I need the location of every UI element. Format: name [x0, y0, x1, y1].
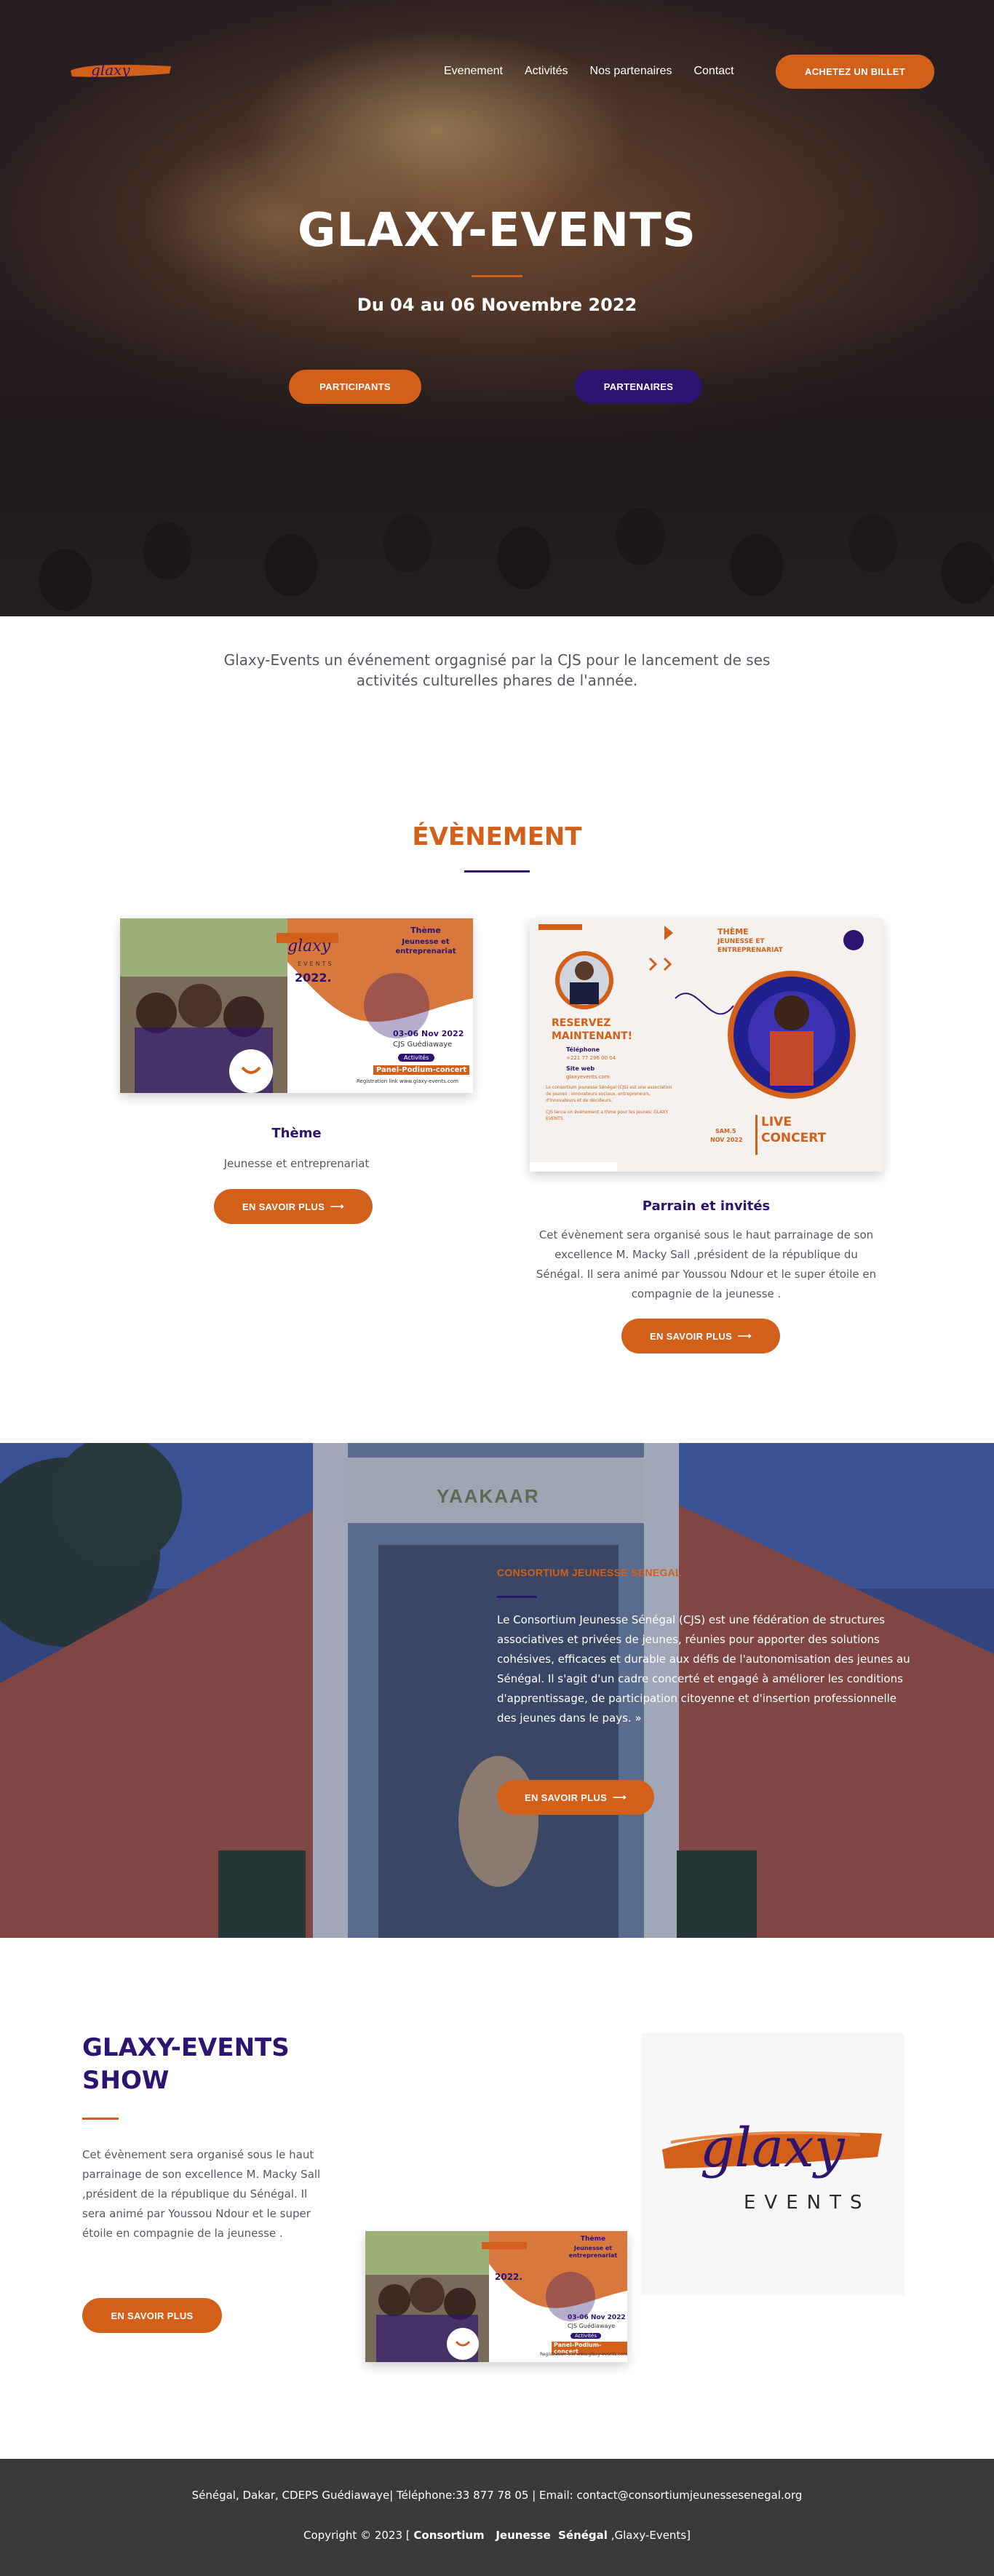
footer-contact: Sénégal, Dakar, CDEPS Guédiawaye| Téléph…	[191, 2489, 803, 2502]
guests-more-label: EN SAVOIR PLUS	[650, 1330, 733, 1342]
participants-button[interactable]: PARTICIPANTS	[289, 370, 421, 404]
flyer3-year: 2022.	[495, 2272, 522, 2282]
top-navigation: glaxy Evenement Activités Nos partenaire…	[0, 55, 994, 91]
svg-text:glaxy: glaxy	[91, 61, 130, 79]
flyer1-dates: 03-06 Nov 2022	[393, 1029, 464, 1038]
hero-subtitle: Du 04 au 06 Novembre 2022	[357, 295, 637, 315]
flyer1-registration: Registration link www.glaxy-events.com	[357, 1078, 458, 1084]
hero-divider	[472, 275, 522, 277]
flyer1-year: 2022.	[295, 971, 332, 985]
card-theme-title: Thème	[271, 1126, 322, 1141]
arrow-right-icon: ⟶	[613, 1792, 627, 1802]
show-title: GLAXY-EVENTS SHOW	[82, 2033, 290, 2095]
flyer2-theme-text: JEUNESSE ET ENTREPRENARIAT	[717, 938, 783, 954]
flyer3-theme-text: Jeunesse et entreprenariat	[568, 2245, 618, 2259]
guests-flyer-image: THÈME JEUNESSE ET ENTREPRENARIAT RESERVE…	[530, 918, 883, 1172]
flyer1-theme-label: Thème	[410, 926, 441, 935]
theme-more-button[interactable]: EN SAVOIR PLUS ⟶	[214, 1189, 373, 1224]
flyer2-reserve: RESERVEZ MAINTENANT!	[552, 1017, 633, 1042]
site-footer	[0, 2459, 994, 2576]
nav-link-evenement[interactable]: Evenement	[444, 65, 503, 78]
footer-copyright: Copyright © 2023 [ Consortium Jeunesse S…	[0, 2529, 994, 2542]
show-text: Cet évènement sera organisé sous le haut…	[82, 2148, 321, 2240]
copyright-prefix: Copyright © 2023 [	[303, 2529, 414, 2542]
flyer2-theme-label: THÈME	[717, 927, 749, 937]
consortium-text: Le Consortium Jeunesse Sénégal (CJS) est…	[497, 1613, 910, 1725]
flyer2-web: glaxyevents.com	[566, 1074, 610, 1080]
theme-more-label: EN SAVOIR PLUS	[242, 1201, 325, 1212]
flyer1-brand: glaxy	[287, 937, 331, 955]
arrow-right-icon: ⟶	[738, 1330, 752, 1341]
show-more-label: EN SAVOIR PLUS	[111, 2310, 194, 2321]
flyer2-web-label: Site web	[566, 1065, 595, 1072]
flyer2-phone-label: Téléphone	[566, 1046, 600, 1053]
show-more-button[interactable]: EN SAVOIR PLUS	[82, 2298, 222, 2333]
flyer1-place: CJS Guédiawaye	[393, 1041, 453, 1049]
guests-more-button[interactable]: EN SAVOIR PLUS ⟶	[621, 1319, 780, 1353]
show-logo-box: glaxy EVENTS	[642, 2033, 904, 2295]
building-sign: YAAKAAR	[437, 1485, 540, 1507]
theme-flyer-image: glaxy EVENTS 2022. Thème Jeunesse et ent…	[120, 918, 473, 1093]
consortium-divider	[497, 1596, 537, 1598]
consortium-more-button[interactable]: EN SAVOIR PLUS ⟶	[497, 1780, 654, 1815]
flyer2-concert: CONCERT	[761, 1131, 827, 1145]
buy-ticket-button[interactable]: ACHETEZ UN BILLET	[776, 55, 934, 89]
flyer3-place: CJS Guédiawaye	[568, 2323, 616, 2329]
flyer3-theme-label: Thème	[580, 2235, 606, 2243]
intro-text: Glaxy-Events un événement orgagnisé par …	[223, 651, 771, 689]
nav-links: Evenement Activités Nos partenaires Cont…	[444, 65, 734, 78]
consortium-kicker: CONSORTIUM JEUNESSE SENEGAL	[497, 1567, 682, 1578]
flyer2-blurb2: CJS lance un évènement a thme pour les j…	[546, 1110, 669, 1121]
flyer2-date2: NOV 2022	[710, 1137, 743, 1143]
flyer1-activities: Activités	[398, 1054, 435, 1062]
show-divider	[82, 2118, 119, 2120]
copyright-suffix: ,Glaxy-Events]	[607, 2529, 691, 2542]
show-flyer-image: 2022. Thème Jeunesse et entreprenariat 0…	[365, 2231, 627, 2362]
flyer3-dates: 03-06 Nov 2022	[568, 2314, 626, 2321]
nav-link-contact[interactable]: Contact	[693, 65, 733, 78]
flyer1-brand-sub: EVENTS	[298, 961, 334, 967]
site-logo[interactable]: glaxy	[69, 60, 175, 82]
hero-title: GLAXY-EVENTS	[298, 204, 696, 258]
flyer3-registration: Registration link www.glaxy-events.com	[540, 2352, 627, 2357]
flyer1-panel: Panel-Podium-concert	[373, 1065, 470, 1075]
flyer2-phone: +221 77 296 00 04	[566, 1055, 616, 1061]
flyer3-activities: Activités	[570, 2333, 601, 2339]
copyright-org: Consortium Jeunesse Sénégal	[413, 2529, 608, 2542]
evenement-divider	[464, 870, 530, 872]
show-logo-sub: EVENTS	[744, 2192, 871, 2214]
nav-link-activites[interactable]: Activités	[525, 65, 568, 78]
nav-link-partenaires[interactable]: Nos partenaires	[590, 65, 672, 78]
flyer2-live: LIVE	[761, 1115, 792, 1129]
flyer2-blurb: Le consortium jeunesse Sénégal (CJS) est…	[546, 1085, 672, 1103]
arrow-right-icon: ⟶	[330, 1201, 344, 1212]
logo-brush-icon: glaxy	[71, 61, 171, 79]
show-logo-word: glaxy	[700, 2117, 845, 2179]
flyer2-date1: SAM.5	[715, 1128, 736, 1134]
card-guests-title: Parrain et invités	[642, 1198, 771, 1214]
card-theme-text: Jeunesse et entreprenariat	[223, 1157, 370, 1170]
guests-flyer-graphic	[530, 918, 883, 1172]
card-guests-text: Cet évènement sera organisé sous le haut…	[536, 1228, 877, 1300]
evenement-title: ÉVÈNEMENT	[412, 822, 582, 851]
consortium-more-label: EN SAVOIR PLUS	[525, 1792, 608, 1803]
partenaires-button[interactable]: PARTENAIRES	[575, 370, 702, 404]
flyer1-theme-text: Jeunesse et entreprenariat	[395, 938, 456, 955]
